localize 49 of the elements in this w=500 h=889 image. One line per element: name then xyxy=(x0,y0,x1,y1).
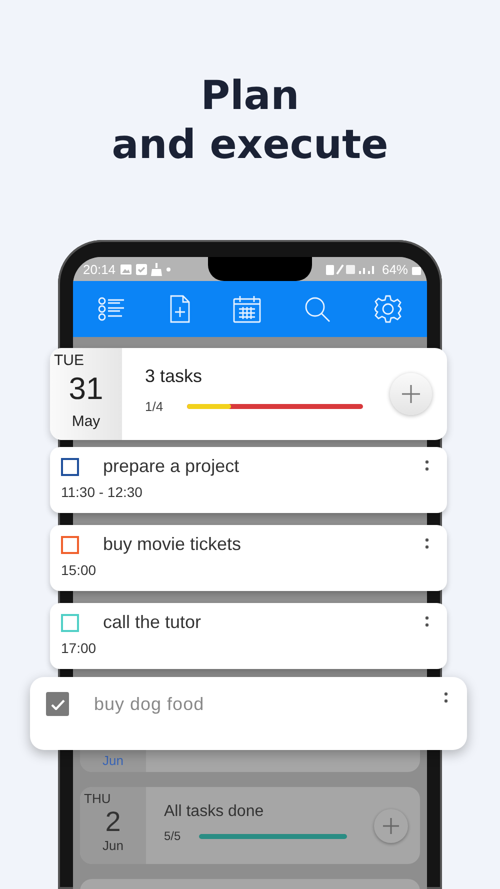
weekday-label: TUE xyxy=(54,352,84,369)
more-icon xyxy=(425,538,429,552)
image-icon xyxy=(120,264,132,274)
task-title: prepare a project xyxy=(103,456,240,477)
task-title: call the tutor xyxy=(103,612,202,633)
headline: and execute xyxy=(112,121,388,170)
weekday-label: THU xyxy=(84,791,111,806)
check-icon xyxy=(136,264,147,274)
month-label: Jun xyxy=(102,753,124,768)
day-summary: 3 tasks xyxy=(145,366,204,387)
task-time: 15:00 xyxy=(61,562,98,578)
add-button[interactable] xyxy=(374,808,408,842)
search-icon xyxy=(304,296,332,322)
checkbox[interactable] xyxy=(46,692,69,716)
headline: Plan xyxy=(200,72,300,121)
checkbox[interactable] xyxy=(61,536,79,554)
more-icon xyxy=(425,616,429,630)
checkbox[interactable] xyxy=(61,458,79,476)
task-card[interactable]: buy dog food xyxy=(30,677,467,750)
month-label: Jun xyxy=(102,838,124,853)
settings-button[interactable] xyxy=(372,293,404,325)
day-summary: All tasks done xyxy=(164,803,265,821)
check-icon xyxy=(50,698,64,710)
new-document-icon xyxy=(168,295,191,323)
task-title: buy dog food xyxy=(94,694,206,715)
task-time: 11:30 - 12:30 xyxy=(61,484,144,500)
status-time: 20:14 xyxy=(83,262,116,276)
plus-icon xyxy=(401,384,421,404)
more-icon xyxy=(425,460,429,474)
add-button[interactable] xyxy=(390,373,432,415)
task-card[interactable]: prepare a project 11:30 - 12:30 xyxy=(50,447,447,513)
task-time: 17:00 xyxy=(61,640,98,656)
plus-icon xyxy=(382,816,400,834)
list-icon xyxy=(98,296,126,322)
battery-percent: 64% xyxy=(382,262,408,276)
checkbox[interactable] xyxy=(61,614,79,632)
brush-icon xyxy=(150,262,162,276)
calendar-button[interactable] xyxy=(231,293,264,325)
dot-icon xyxy=(166,266,171,272)
day-number: 31 xyxy=(68,370,104,408)
task-count: 5/5 xyxy=(164,829,181,843)
task-card[interactable]: call the tutor 17:00 xyxy=(50,603,447,669)
task-title: buy movie tickets xyxy=(103,534,242,555)
settings-icon xyxy=(374,295,402,323)
day-number: 2 xyxy=(105,806,121,838)
month-label: May xyxy=(72,413,100,430)
calendar-icon xyxy=(233,295,262,323)
task-card[interactable]: buy movie tickets 15:00 xyxy=(50,525,447,591)
task-count: 1/4 xyxy=(145,399,164,414)
